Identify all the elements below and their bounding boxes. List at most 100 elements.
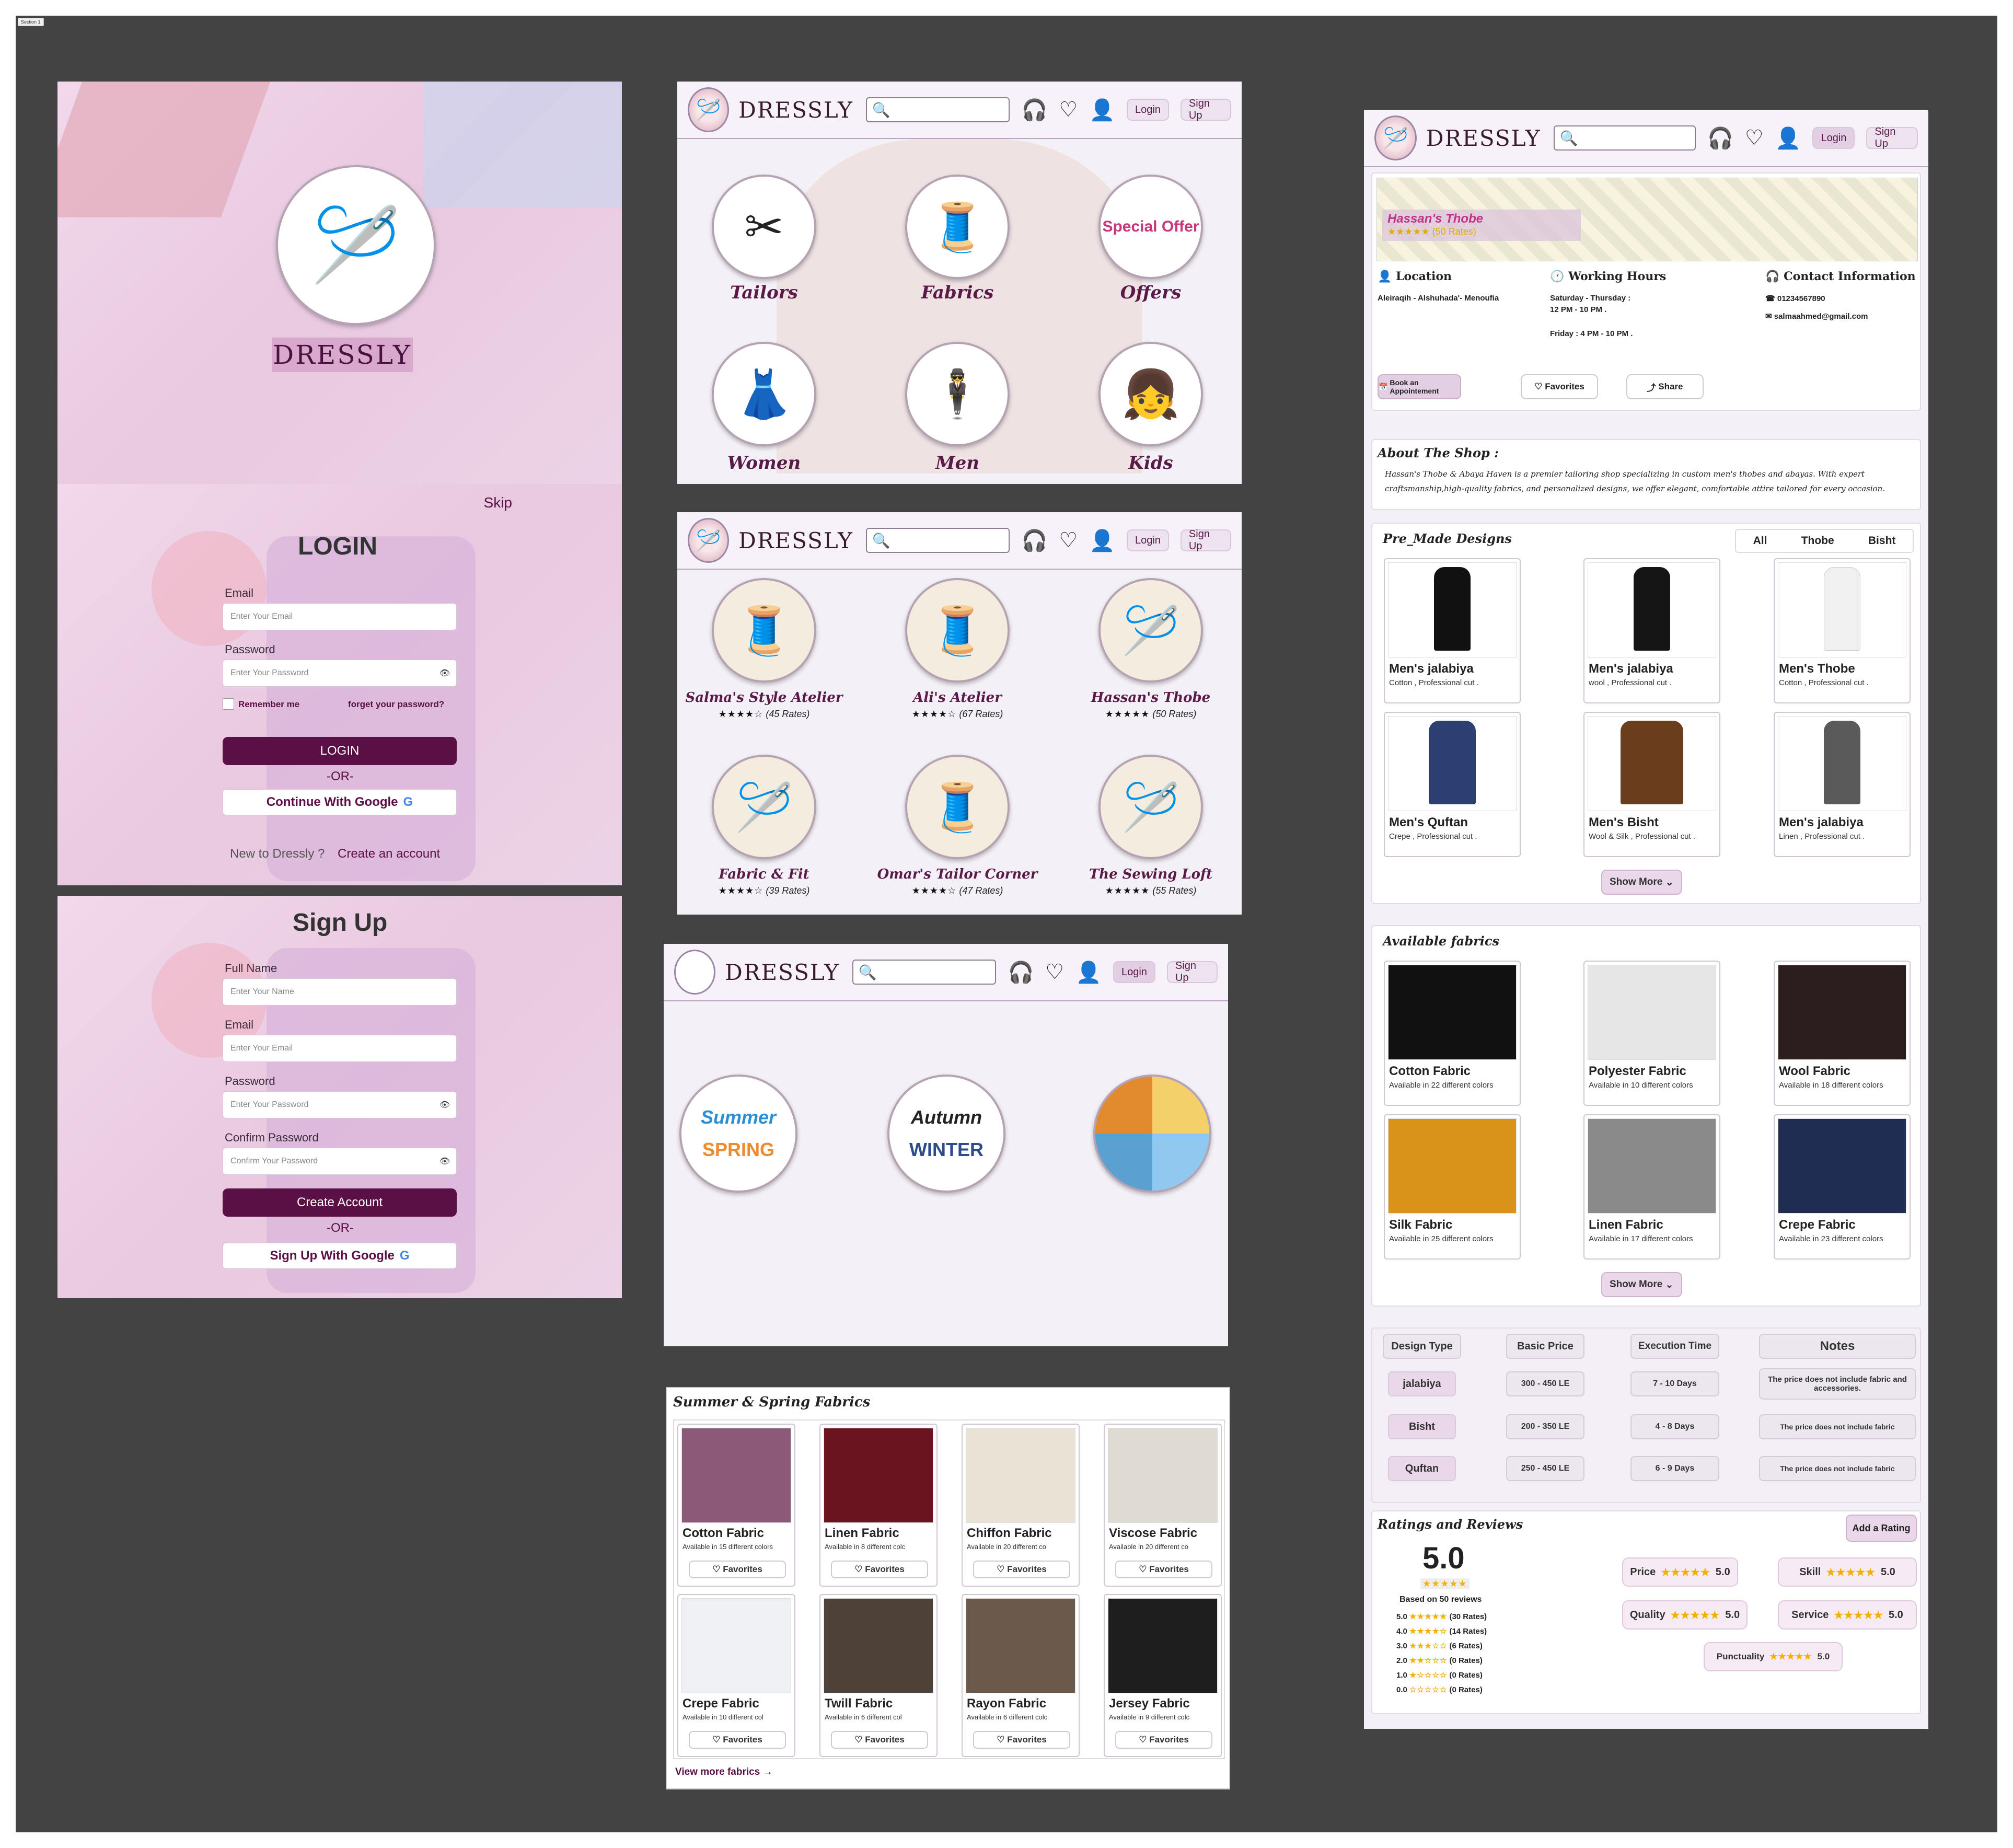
logo[interactable]: 🪡: [688, 87, 730, 132]
filter-bisht[interactable]: Bisht: [1868, 535, 1896, 547]
favorites-button[interactable]: ♡ Favorites: [973, 1561, 1070, 1578]
season-autumn-winter[interactable]: Autumn WINTER: [887, 1075, 1005, 1193]
fabric-card[interactable]: Silk Fabric Available in 25 different co…: [1384, 1114, 1521, 1260]
category-offers[interactable]: Special Offer: [1098, 175, 1203, 279]
fabric-card[interactable]: Rayon Fabric Available in 6 different co…: [962, 1594, 1080, 1757]
heart-icon[interactable]: ♡: [1745, 126, 1764, 150]
fabric-card[interactable]: Linen Fabric Available in 8 different co…: [819, 1424, 938, 1587]
support-icon[interactable]: 🎧: [1021, 528, 1047, 553]
fabric-card[interactable]: Polyester Fabric Available in 10 differe…: [1583, 961, 1720, 1106]
create-account-button[interactable]: Create Account: [223, 1188, 457, 1217]
support-icon[interactable]: 🎧: [1021, 98, 1047, 122]
login-button[interactable]: Login: [1126, 99, 1169, 121]
tailor-name[interactable]: Fabric & Fit: [680, 867, 848, 882]
eye-icon[interactable]: 👁: [439, 668, 450, 678]
view-more-link[interactable]: View more fabrics →: [675, 1766, 773, 1778]
favorites-button[interactable]: ♡ Favorites: [1115, 1561, 1212, 1578]
share-button[interactable]: ⤴ Share: [1626, 374, 1704, 399]
tailor-name[interactable]: Omar's Tailor Corner: [874, 867, 1041, 882]
book-button[interactable]: 📅 Book an Appointement: [1378, 374, 1461, 399]
category-tailors[interactable]: ✂: [712, 175, 816, 279]
favorites-button[interactable]: ♡ Favorites: [973, 1731, 1070, 1749]
support-icon[interactable]: 🎧: [1008, 960, 1034, 985]
support-icon[interactable]: 🎧: [1707, 126, 1733, 151]
favorites-button[interactable]: ♡ Favorites: [831, 1731, 928, 1749]
category-men[interactable]: 🕴: [905, 342, 1010, 446]
fabric-card[interactable]: Crepe Fabric Available in 10 different c…: [677, 1594, 795, 1757]
search-input[interactable]: 🔍: [865, 97, 1010, 122]
tailor-avatar[interactable]: 🧵: [905, 578, 1010, 683]
design-card[interactable]: Men's jalabiya Linen , Professional cut …: [1774, 712, 1911, 857]
user-icon[interactable]: 👤: [1775, 126, 1801, 151]
search-input[interactable]: 🔍: [1553, 125, 1696, 151]
favorites-button[interactable]: ♡ Favorites: [1521, 374, 1598, 399]
signup-button[interactable]: Sign Up: [1866, 126, 1918, 149]
search-input[interactable]: 🔍: [865, 528, 1010, 553]
tailor-avatar[interactable]: 🪡: [712, 755, 816, 859]
favorites-button[interactable]: ♡ Favorites: [1115, 1731, 1212, 1749]
design-card[interactable]: Men's jalabiya wool , Professional cut .: [1583, 558, 1720, 703]
tailor-name[interactable]: Salma's Style Atelier: [680, 690, 848, 706]
eye-icon[interactable]: 👁: [439, 1100, 450, 1110]
season-summer-spring[interactable]: Summer SPRING: [679, 1075, 797, 1193]
signup-button[interactable]: Sign Up: [1180, 98, 1231, 121]
remember-checkbox[interactable]: [223, 698, 234, 710]
login-button[interactable]: Login: [1812, 127, 1855, 149]
login-button[interactable]: Login: [1126, 529, 1169, 551]
fabric-card[interactable]: Wool Fabric Available in 18 different co…: [1774, 961, 1911, 1106]
category-women[interactable]: 👗: [712, 342, 816, 446]
fabric-card[interactable]: Crepe Fabric Available in 23 different c…: [1774, 1114, 1911, 1260]
forgot-link[interactable]: forget your password?: [348, 699, 444, 710]
login-button[interactable]: LOGIN: [223, 737, 457, 765]
create-account-link[interactable]: Create an account: [338, 847, 440, 861]
filter-thobe[interactable]: Thobe: [1801, 535, 1834, 547]
eye-icon[interactable]: 👁: [439, 1156, 450, 1166]
logo[interactable]: 🪡: [688, 518, 730, 563]
fabric-card[interactable]: Chiffon Fabric Available in 20 different…: [962, 1424, 1080, 1587]
skip-link[interactable]: Skip: [484, 494, 512, 511]
user-icon[interactable]: 👤: [1075, 960, 1102, 985]
signup-button[interactable]: Sign Up: [1166, 960, 1218, 984]
name-field[interactable]: Enter Your Name: [223, 978, 457, 1006]
user-icon[interactable]: 👤: [1089, 528, 1115, 553]
search-input[interactable]: 🔍: [852, 960, 997, 985]
design-card[interactable]: Men's jalabiya Cotton , Professional cut…: [1384, 558, 1521, 703]
fabric-card[interactable]: Viscose Fabric Available in 20 different…: [1104, 1424, 1222, 1587]
password-field[interactable]: Enter Your Password 👁: [223, 1091, 457, 1118]
fabric-card[interactable]: Linen Fabric Available in 17 different c…: [1583, 1114, 1720, 1260]
season-all[interactable]: [1093, 1075, 1211, 1193]
design-card[interactable]: Men's Bisht Wool & Silk , Professional c…: [1583, 712, 1720, 857]
design-card[interactable]: Men's Quftan Crepe , Professional cut .: [1384, 712, 1521, 857]
favorites-button[interactable]: ♡ Favorites: [689, 1561, 786, 1578]
category-fabrics[interactable]: 🧵: [905, 175, 1010, 279]
tailor-avatar[interactable]: 🪡: [1098, 755, 1203, 859]
email-field[interactable]: Enter Your Email: [223, 603, 457, 630]
tailor-name[interactable]: The Sewing Loft: [1067, 867, 1234, 882]
email-field[interactable]: Enter Your Email: [223, 1035, 457, 1062]
favorites-button[interactable]: ♡ Favorites: [831, 1561, 928, 1578]
user-icon[interactable]: 👤: [1089, 98, 1115, 122]
password-field[interactable]: Enter Your Password 👁: [223, 660, 457, 687]
favorites-button[interactable]: ♡ Favorites: [689, 1731, 786, 1749]
login-button[interactable]: Login: [1113, 961, 1155, 983]
filter-all[interactable]: All: [1753, 535, 1767, 547]
fabric-card[interactable]: Cotton Fabric Available in 22 different …: [1384, 961, 1521, 1106]
tailor-name[interactable]: Hassan's Thobe: [1067, 690, 1234, 706]
signup-button[interactable]: Sign Up: [1180, 528, 1231, 552]
google-button[interactable]: Continue With Google G: [223, 789, 457, 815]
tailor-name[interactable]: Ali's Atelier: [874, 690, 1041, 706]
logo[interactable]: 🪡: [1374, 116, 1417, 160]
show-more-button[interactable]: Show More ⌄: [1601, 870, 1682, 895]
heart-icon[interactable]: ♡: [1059, 98, 1078, 122]
fabric-card[interactable]: Cotton Fabric Available in 15 different …: [677, 1424, 795, 1587]
design-card[interactable]: Men's Thobe Cotton , Professional cut .: [1774, 558, 1911, 703]
heart-icon[interactable]: ♡: [1045, 960, 1064, 984]
fabric-card[interactable]: Twill Fabric Available in 6 different co…: [819, 1594, 938, 1757]
tailor-avatar[interactable]: 🧵: [905, 755, 1010, 859]
confirm-field[interactable]: Confirm Your Password 👁: [223, 1148, 457, 1175]
fabric-card[interactable]: Jersey Fabric Available in 9 different c…: [1104, 1594, 1222, 1757]
heart-icon[interactable]: ♡: [1059, 528, 1078, 552]
add-rating-button[interactable]: Add a Rating: [1846, 1515, 1917, 1542]
category-kids[interactable]: 👧: [1098, 342, 1203, 446]
tailor-avatar[interactable]: 🪡: [1098, 578, 1203, 683]
